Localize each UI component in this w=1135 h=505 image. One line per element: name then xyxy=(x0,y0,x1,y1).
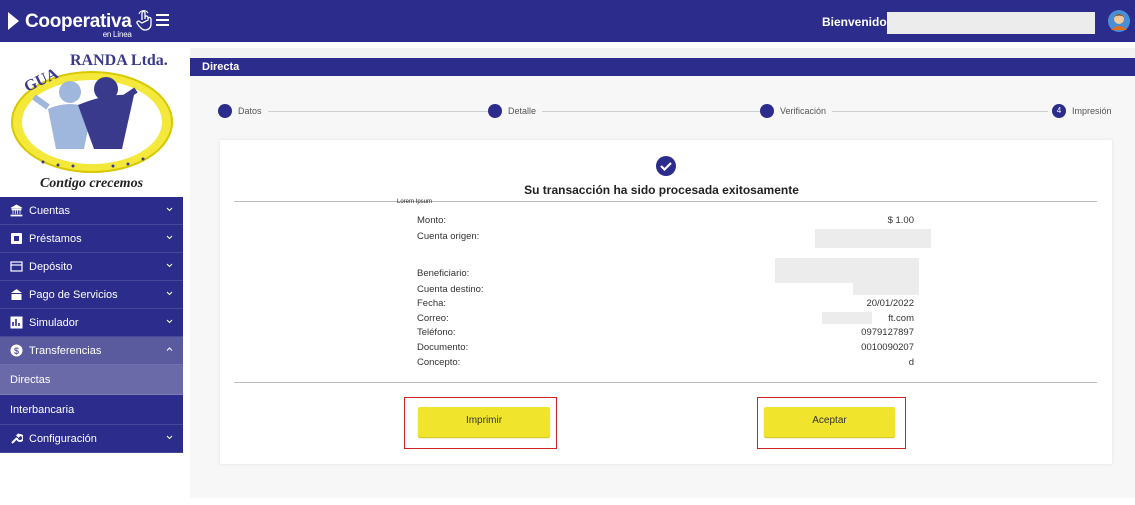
correo-value-redacted xyxy=(822,312,872,324)
brand-subtitle: en Línea xyxy=(102,29,132,39)
step-verificacion: Verificación xyxy=(760,104,833,118)
beneficiario-value xyxy=(775,258,919,283)
step-impresion: 4 Impresión xyxy=(1048,104,1118,118)
top-bar: Cooperativa en Línea Bienvenido Usuario: xyxy=(0,0,1135,42)
sidebar-item-directas[interactable]: Directas xyxy=(0,365,183,395)
guaranda-logo-icon: GUA RANDA Ltda. xyxy=(11,52,173,173)
chevron-down-icon xyxy=(166,207,173,212)
sidebar-item-label: Simulador xyxy=(29,316,79,329)
step-label: Detalle xyxy=(508,106,537,116)
hand-pointer-icon xyxy=(135,10,152,31)
brand-logo[interactable]: Cooperativa en Línea xyxy=(8,7,155,38)
concepto-label: Concepto: xyxy=(417,357,461,368)
success-message: Su transacción ha sido procesada exitosa… xyxy=(524,183,799,197)
chevron-down-icon xyxy=(166,319,173,324)
chevron-up-icon xyxy=(166,347,173,351)
step-label: Datos xyxy=(238,106,262,116)
sidebar-menu: Cuentas Préstamos Depósito Pago de Servi… xyxy=(0,197,183,453)
user-avatar-icon[interactable] xyxy=(1108,10,1130,32)
chart-icon xyxy=(10,316,23,329)
telefono-label: Teléfono: xyxy=(417,327,456,338)
sidebar-item-pago-servicios[interactable]: Pago de Servicios xyxy=(0,281,183,309)
brand-name: Cooperativa xyxy=(25,10,132,32)
sidebar-item-label: Pago de Servicios xyxy=(29,288,118,301)
step-dot: 4 xyxy=(1052,104,1066,118)
progress-stepper: Datos Detalle Verificación 4 Impresión xyxy=(218,104,1118,120)
step-dot xyxy=(488,104,502,118)
sidebar-item-label: Interbancaria xyxy=(10,403,75,416)
svg-text:RANDA Ltda.: RANDA Ltda. xyxy=(70,52,168,69)
sidebar-item-label: Cuentas xyxy=(29,204,70,217)
chevron-down-icon xyxy=(166,235,173,240)
cuenta-origen-label: Cuenta origen: xyxy=(417,231,480,242)
beneficiario-label: Beneficiario: xyxy=(417,268,470,279)
sidebar-item-simulador[interactable]: Simulador xyxy=(0,309,183,337)
sidebar: GUA RANDA Ltda. Contigo crecemos Cuentas… xyxy=(0,42,183,505)
play-icon xyxy=(8,12,19,30)
chevron-down-icon xyxy=(166,291,173,296)
svg-text:$: $ xyxy=(14,346,19,356)
stepper-line xyxy=(218,111,1108,112)
sidebar-item-deposito[interactable]: Depósito xyxy=(0,253,183,281)
sidebar-item-label: Préstamos xyxy=(29,232,82,245)
concepto-value: d xyxy=(908,357,914,368)
username-field xyxy=(887,12,1095,34)
divider xyxy=(234,382,1097,383)
chevron-down-icon xyxy=(166,435,173,440)
sidebar-item-label: Transferencias xyxy=(29,344,102,357)
cuenta-destino-label: Cuenta destino: xyxy=(417,284,484,295)
step-detalle: Detalle xyxy=(488,104,543,118)
print-button[interactable]: Imprimir xyxy=(418,407,550,437)
services-icon xyxy=(10,288,23,301)
loan-icon xyxy=(10,232,23,245)
step-label: Verificación xyxy=(780,106,827,116)
step-dot xyxy=(218,104,232,118)
step-dot xyxy=(760,104,774,118)
sidebar-item-transferencias[interactable]: $ Transferencias xyxy=(0,337,183,365)
correo-label: Correo: xyxy=(417,313,449,324)
menu-toggle-icon[interactable] xyxy=(156,14,169,26)
deposit-icon xyxy=(10,260,23,273)
monto-label: Monto: xyxy=(417,215,447,226)
telefono-value: 0979127897 xyxy=(861,327,914,338)
step-datos: Datos xyxy=(218,104,268,118)
fecha-label: Fecha: xyxy=(417,298,447,309)
fecha-value: 20/01/2022 xyxy=(866,298,914,309)
sidebar-item-label: Directas xyxy=(10,373,51,386)
sidebar-item-interbancaria[interactable]: Interbancaria xyxy=(0,395,183,425)
wrench-icon xyxy=(10,432,23,445)
divider xyxy=(234,201,1097,202)
step-label: Impresión xyxy=(1072,106,1112,116)
monto-value: $ 1.00 xyxy=(887,215,914,226)
section-title: Directa xyxy=(190,58,1135,76)
bank-icon xyxy=(10,204,23,217)
sidebar-item-cuentas[interactable]: Cuentas xyxy=(0,197,183,225)
transfer-icon: $ xyxy=(10,344,23,357)
sidebar-item-label: Depósito xyxy=(29,260,73,273)
cooperative-logo: GUA RANDA Ltda. Contigo crecemos xyxy=(0,42,183,197)
accept-button[interactable]: Aceptar xyxy=(764,407,895,437)
cuenta-origen-value xyxy=(815,229,931,248)
documento-label: Documento: xyxy=(417,342,469,353)
correo-value: ft.com xyxy=(888,313,914,324)
documento-value: 0010090207 xyxy=(861,342,914,353)
cuenta-destino-value xyxy=(853,282,919,295)
sidebar-item-label: Configuración xyxy=(29,432,97,445)
receipt-header-label: Lorem Ipsum xyxy=(397,199,433,205)
sidebar-item-configuracion[interactable]: Configuración xyxy=(0,425,183,453)
check-circle-icon xyxy=(656,156,676,176)
sidebar-item-prestamos[interactable]: Préstamos xyxy=(0,225,183,253)
chevron-down-icon xyxy=(166,263,173,268)
